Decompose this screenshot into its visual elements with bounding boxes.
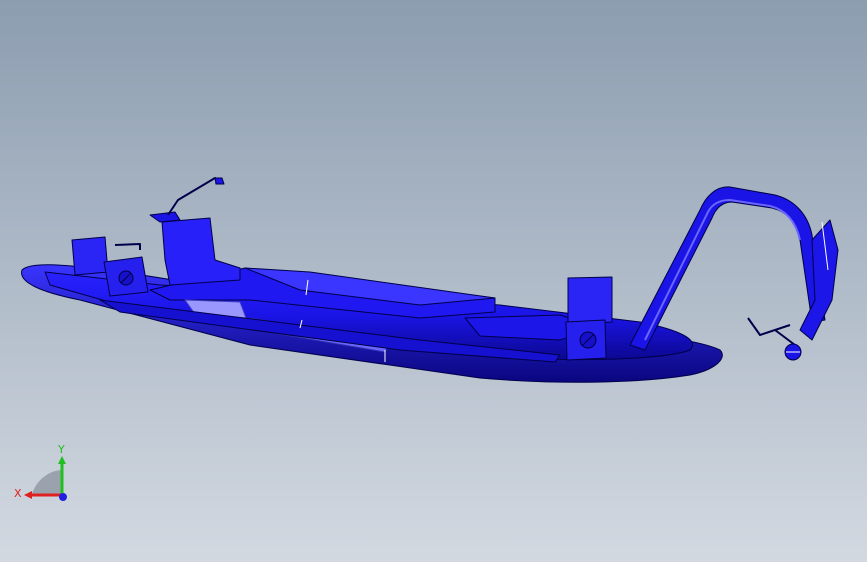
graphics-viewport[interactable]: X Y: [0, 0, 867, 562]
y-axis-label: Y: [57, 443, 65, 456]
left-upright-tab: [71, 236, 109, 276]
model-canvas[interactable]: [0, 0, 867, 562]
triad-base: [32, 470, 62, 494]
x-axis-label: X: [14, 487, 22, 500]
x-axis-arrow: [24, 491, 32, 499]
z-axis-dot: [59, 493, 67, 501]
axis-triad: X Y: [14, 443, 67, 501]
y-axis-arrow: [58, 456, 66, 464]
right-upright-tab: [567, 276, 613, 326]
